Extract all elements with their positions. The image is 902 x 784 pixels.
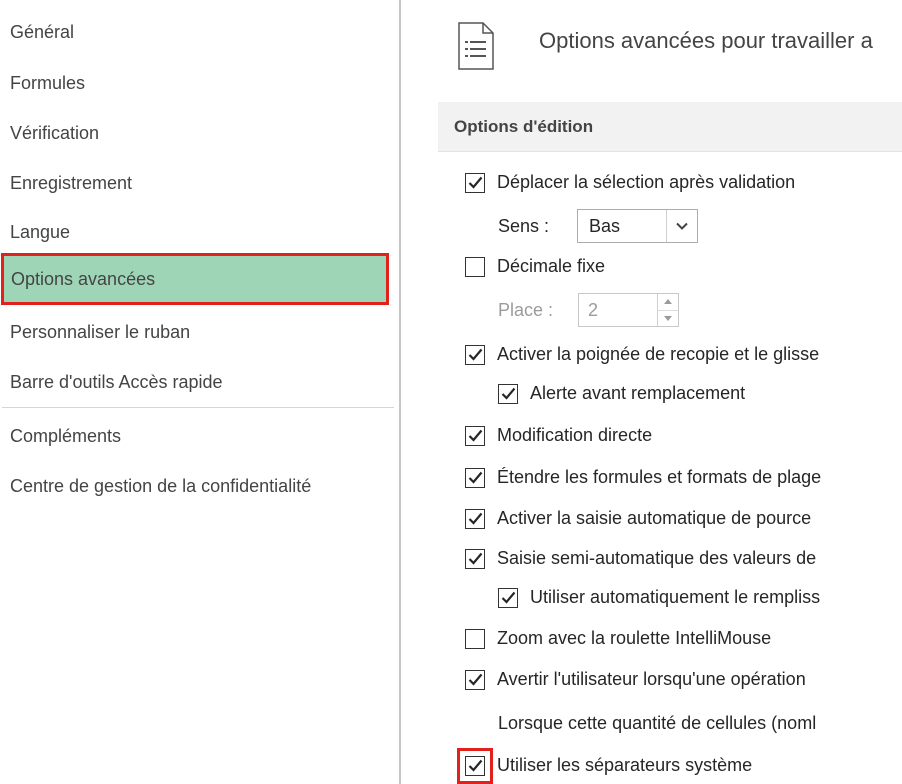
places-label: Place : bbox=[498, 300, 554, 320]
checkmark-icon bbox=[468, 429, 482, 442]
option-alert-overwrite[interactable]: Alerte avant remplacement bbox=[498, 383, 745, 404]
option-label: Zoom avec la roulette IntelliMouse bbox=[497, 628, 772, 648]
option-label: Décimale fixe bbox=[497, 256, 606, 276]
auto-percent-checkbox[interactable] bbox=[465, 508, 485, 529]
option-label: Modification directe bbox=[497, 425, 653, 445]
sidebar-item-advanced[interactable]: Options avancées bbox=[1, 253, 389, 305]
sidebar-item-customize-ribbon[interactable]: Personnaliser le ruban bbox=[0, 307, 398, 357]
option-label: Déplacer la sélection après validation bbox=[497, 172, 796, 192]
document-lines-icon bbox=[458, 22, 494, 70]
option-label: Activer la saisie automatique de pource bbox=[497, 508, 812, 528]
direction-label: Sens : bbox=[498, 216, 550, 236]
checkmark-icon bbox=[468, 471, 482, 484]
sidebar-item-formulas[interactable]: Formules bbox=[0, 58, 398, 108]
option-auto-percent[interactable]: Activer la saisie automatique de pource bbox=[465, 508, 811, 529]
section-header: Options d'édition bbox=[438, 102, 902, 152]
option-alert-slow[interactable]: Avertir l'utilisateur lorsqu'une opérati… bbox=[465, 669, 806, 690]
spin-up-icon[interactable] bbox=[658, 294, 678, 310]
checkmark-icon bbox=[468, 512, 482, 525]
option-label: Activer la poignée de recopie et le glis… bbox=[497, 344, 820, 364]
sidebar-item-proofing[interactable]: Vérification bbox=[0, 108, 398, 158]
option-extend-formats[interactable]: Étendre les formules et formats de plage bbox=[465, 467, 821, 488]
option-fill-handle[interactable]: Activer la poignée de recopie et le glis… bbox=[465, 344, 819, 365]
option-move-selection[interactable]: Déplacer la sélection après validation bbox=[465, 172, 795, 193]
extend-formats-checkbox[interactable] bbox=[465, 467, 485, 488]
places-spinner[interactable]: 2 bbox=[578, 293, 679, 327]
edit-in-cell-checkbox[interactable] bbox=[465, 425, 485, 446]
sidebar-item-trust-center[interactable]: Centre de gestion de la confidentialité bbox=[0, 461, 398, 511]
option-autocomplete[interactable]: Saisie semi-automatique des valeurs de bbox=[465, 548, 816, 569]
chevron-down-icon[interactable] bbox=[666, 210, 697, 242]
option-label: Saisie semi-automatique des valeurs de bbox=[497, 548, 817, 568]
checkmark-icon bbox=[468, 552, 482, 565]
zoom-roll-checkbox[interactable] bbox=[465, 628, 485, 649]
checkmark-icon bbox=[501, 591, 515, 604]
spin-down-icon[interactable] bbox=[658, 309, 678, 327]
system-separators-checkbox[interactable] bbox=[457, 747, 493, 784]
direction-value: Bas bbox=[589, 215, 621, 236]
section-title: Options d'édition bbox=[454, 117, 594, 136]
alert-slow-checkbox[interactable] bbox=[465, 669, 485, 690]
sidebar-item-save[interactable]: Enregistrement bbox=[0, 158, 398, 208]
option-label: Étendre les formules et formats de plage bbox=[497, 467, 822, 487]
checkmark-icon bbox=[468, 176, 482, 189]
sidebar-item-add-ins[interactable]: Compléments bbox=[0, 411, 398, 461]
option-system-separators[interactable]: Utiliser les séparateurs système bbox=[457, 747, 753, 784]
sidebar-item-language[interactable]: Langue bbox=[0, 207, 398, 257]
cells-threshold-label: Lorsque cette quantité de cellules (noml bbox=[498, 713, 817, 733]
direction-select[interactable]: Bas bbox=[577, 209, 698, 243]
options-sidebar: Général Formules Vérification Enregistre… bbox=[0, 0, 400, 784]
sidebar-item-general[interactable]: Général bbox=[0, 7, 398, 57]
checkmark-icon bbox=[468, 673, 482, 686]
flash-fill-checkbox[interactable] bbox=[498, 587, 518, 608]
autocomplete-checkbox[interactable] bbox=[465, 548, 485, 569]
page-title: Options avancées pour travailler a bbox=[539, 28, 873, 53]
option-label: Alerte avant remplacement bbox=[530, 383, 746, 403]
option-label: Avertir l'utilisateur lorsqu'une opérati… bbox=[497, 669, 806, 689]
option-label: Utiliser automatiquement le rempliss bbox=[530, 587, 821, 607]
checkmark-icon bbox=[468, 348, 482, 361]
advanced-options-panel: Options avancées pour travailler a Optio… bbox=[401, 0, 902, 784]
option-zoom-roll[interactable]: Zoom avec la roulette IntelliMouse bbox=[465, 628, 771, 649]
option-flash-fill[interactable]: Utiliser automatiquement le rempliss bbox=[498, 587, 820, 608]
option-label: Utiliser les séparateurs système bbox=[497, 755, 753, 775]
move-selection-checkbox[interactable] bbox=[465, 172, 485, 193]
checkmark-icon bbox=[501, 387, 515, 400]
checkmark-icon bbox=[468, 759, 482, 772]
fill-handle-checkbox[interactable] bbox=[465, 344, 485, 365]
option-edit-in-cell[interactable]: Modification directe bbox=[465, 425, 652, 446]
sidebar-item-quick-access-toolbar[interactable]: Barre d'outils Accès rapide bbox=[0, 357, 398, 407]
alert-overwrite-checkbox[interactable] bbox=[498, 383, 518, 404]
sidebar-separator bbox=[2, 407, 394, 408]
option-fixed-decimal[interactable]: Décimale fixe bbox=[465, 256, 605, 277]
places-value: 2 bbox=[588, 299, 599, 320]
fixed-decimal-checkbox[interactable] bbox=[465, 256, 485, 277]
